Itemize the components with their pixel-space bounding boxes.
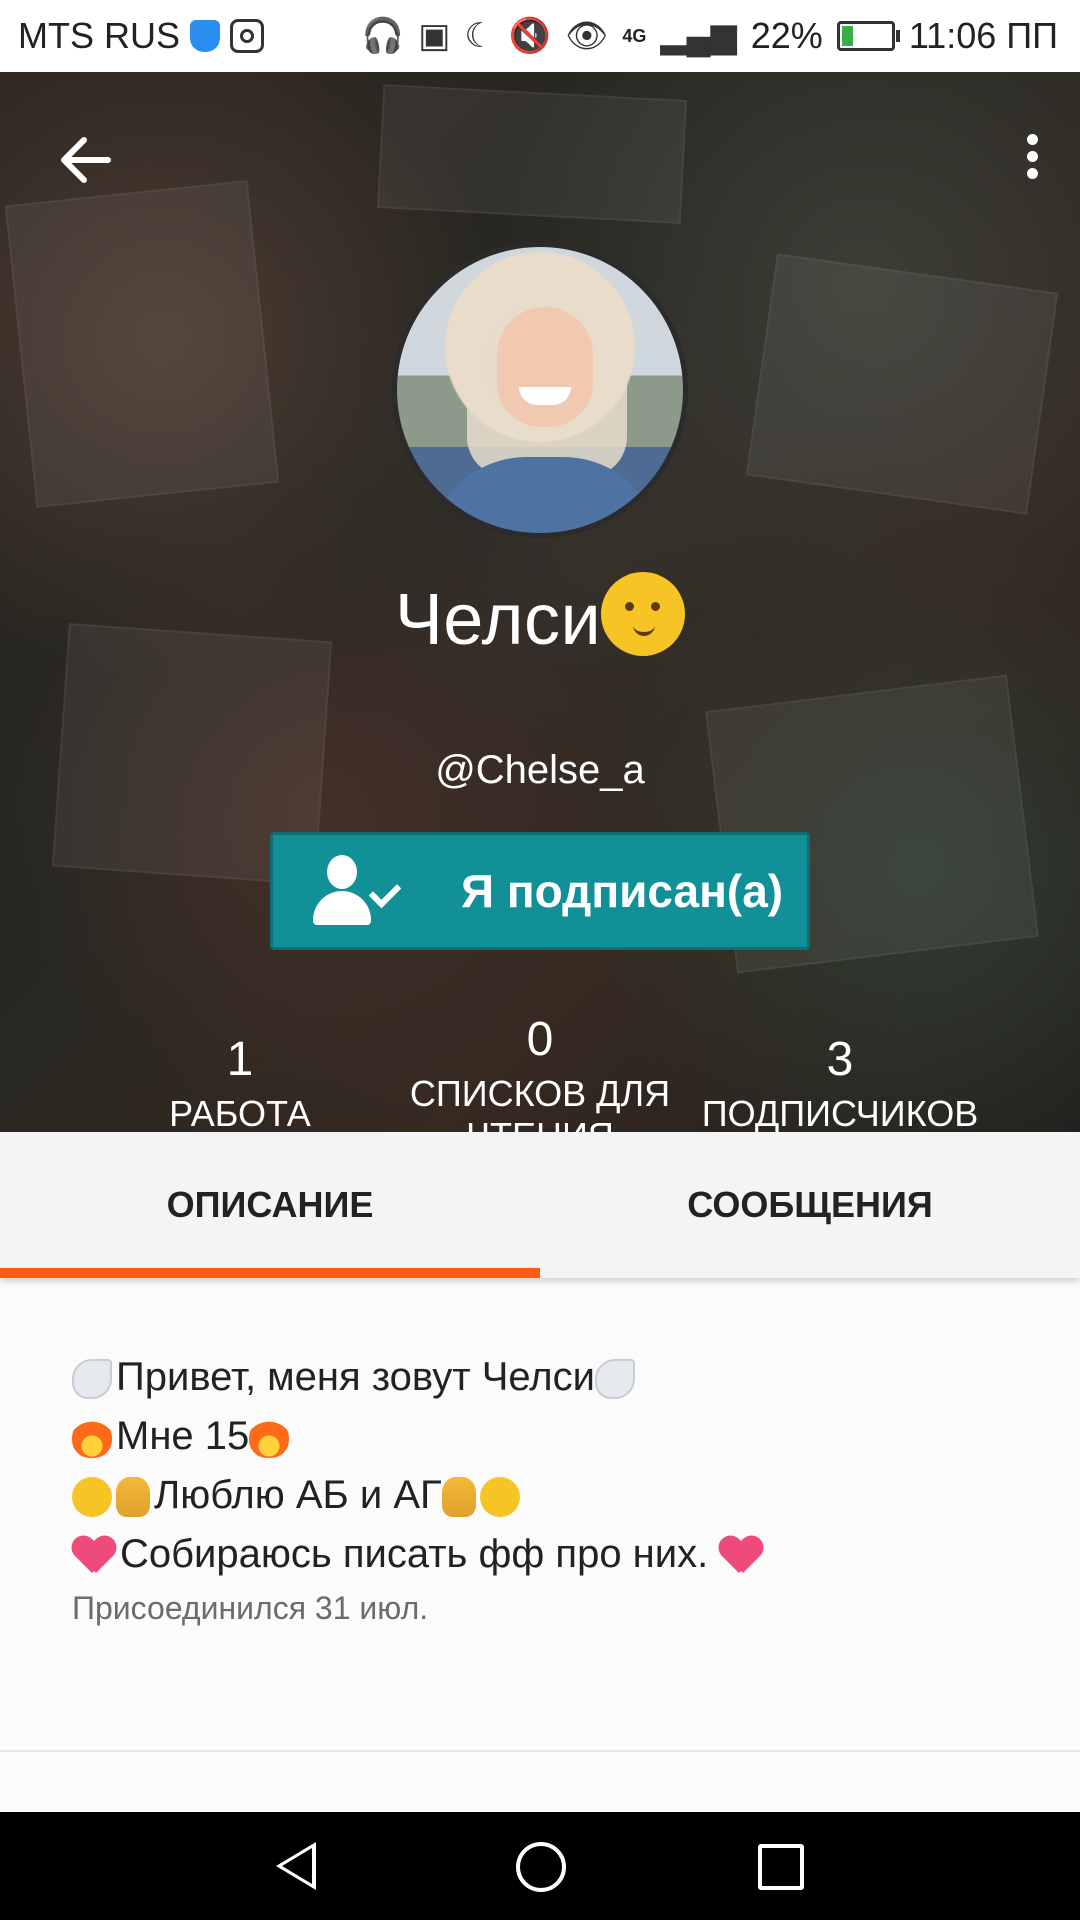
profile-header: Челси @Chelse_a Я подписан(а) 1 РАБОТА 0… bbox=[0, 72, 1080, 1132]
stat-works-value: 1 bbox=[226, 1033, 254, 1086]
nav-home-icon[interactable] bbox=[516, 1842, 566, 1892]
clock: 11:06 ПП bbox=[908, 15, 1058, 56]
description-line: Привет, меня зовут Челси bbox=[72, 1348, 1032, 1407]
mute-icon: 🔇 bbox=[508, 17, 552, 55]
following-button[interactable]: Я подписан(а) bbox=[270, 832, 810, 950]
dove-icon bbox=[594, 1359, 635, 1400]
stat-reading-lists-value: 0 bbox=[526, 1013, 554, 1066]
user-check-icon bbox=[313, 851, 413, 931]
victory-hand-icon bbox=[441, 1477, 476, 1518]
kissing-face-icon bbox=[479, 1477, 520, 1518]
username: @Chelse_a bbox=[435, 748, 645, 792]
nav-back-icon[interactable] bbox=[276, 1842, 316, 1890]
fire-icon bbox=[249, 1418, 290, 1459]
smiley-emoji-icon bbox=[601, 572, 686, 656]
profile-tabs: ОПИСАНИЕ СООБЩЕНИЯ bbox=[0, 1132, 1080, 1278]
profile-stats: 1 РАБОТА 0 СПИСКОВ ДЛЯ ЧТЕНИЯ 3 ПОДПИСЧИ… bbox=[0, 1012, 1080, 1132]
heart-icon bbox=[72, 1537, 116, 1575]
stat-reading-lists-label: СПИСКОВ ДЛЯ ЧТЕНИЯ bbox=[409, 1073, 671, 1132]
moon-icon: ☾ bbox=[464, 17, 495, 55]
stat-works[interactable]: 1 РАБОТА bbox=[90, 1032, 390, 1132]
battery-percent: 22% bbox=[750, 15, 823, 56]
back-arrow-icon[interactable] bbox=[56, 130, 116, 190]
stat-followers-value: 3 bbox=[826, 1033, 854, 1086]
joined-date: Присоединился 31 июл. bbox=[72, 1590, 429, 1626]
victory-hand-icon bbox=[116, 1477, 150, 1518]
description-line: Люблю АБ и АГ bbox=[72, 1466, 1032, 1525]
fire-icon bbox=[72, 1418, 112, 1459]
stat-followers[interactable]: 3 ПОДПИСЧИКОВ bbox=[690, 1032, 990, 1132]
description-line: Мне 15 bbox=[72, 1407, 1032, 1466]
divider bbox=[0, 1750, 1080, 1752]
profile-description: Привет, меня зовут Челси Мне 15 Люблю АБ… bbox=[72, 1348, 1032, 1627]
status-bar: MTS RUS 🎧 ▣ ☾ 🔇 👁 4G ▂▄▆ 22% 11:06 ПП bbox=[0, 0, 1080, 72]
more-menu-icon[interactable] bbox=[1014, 128, 1050, 192]
kissing-face-icon bbox=[72, 1477, 112, 1518]
nav-recents-icon[interactable] bbox=[758, 1844, 804, 1890]
tab-description[interactable]: ОПИСАНИЕ bbox=[0, 1132, 540, 1278]
display-name: Челси bbox=[394, 580, 602, 660]
carrier-label: MTS RUS bbox=[18, 15, 180, 56]
system-nav-bar bbox=[0, 1812, 1080, 1920]
headphones-icon: 🎧 bbox=[361, 17, 405, 55]
network-type: 4G bbox=[622, 25, 647, 46]
stat-followers-label: ПОДПИСЧИКОВ bbox=[701, 1093, 979, 1132]
signal-icon: ▂▄▆ bbox=[660, 17, 737, 55]
dove-icon bbox=[72, 1359, 112, 1400]
heart-icon bbox=[719, 1537, 763, 1575]
following-button-label: Я подписан(а) bbox=[461, 865, 784, 917]
shield-icon bbox=[190, 20, 220, 52]
profile-name: Челси bbox=[0, 572, 1080, 661]
instagram-icon bbox=[230, 19, 264, 53]
nfc-icon: ▣ bbox=[418, 17, 451, 55]
stat-reading-lists[interactable]: 0 СПИСКОВ ДЛЯ ЧТЕНИЯ bbox=[390, 1012, 690, 1132]
battery-icon bbox=[836, 21, 900, 51]
stat-works-label: РАБОТА bbox=[169, 1093, 311, 1132]
eye-icon: 👁 bbox=[565, 17, 609, 55]
description-line: Собираюсь писать фф про них. bbox=[72, 1525, 1032, 1584]
avatar[interactable] bbox=[392, 242, 688, 538]
tab-messages[interactable]: СООБЩЕНИЯ bbox=[540, 1132, 1080, 1278]
